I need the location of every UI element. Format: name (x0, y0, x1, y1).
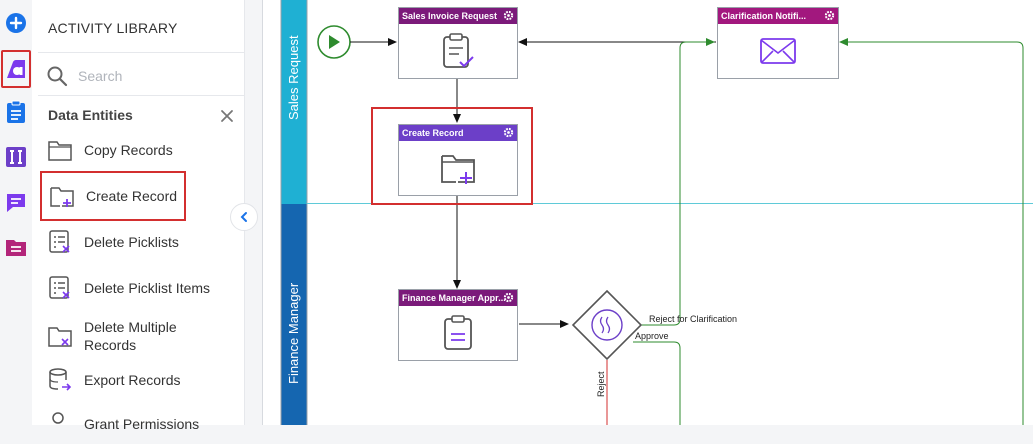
search-input[interactable] (76, 64, 230, 88)
files-button[interactable] (1, 232, 31, 262)
node-body (399, 24, 517, 78)
library-item-delete-picklist-items[interactable]: Delete Picklist Items (40, 268, 230, 308)
edge-loop-back (839, 38, 1024, 425)
clipboard-icon (7, 100, 25, 123)
library-item-label: Copy Records (84, 142, 173, 158)
library-item-label: Delete Picklist Items (84, 280, 211, 296)
library-item-delete-multiple-records[interactable]: Delete Multiple Records (40, 313, 230, 359)
library-item-label: Delete Multiple Records (84, 319, 177, 353)
plus-circle-icon (6, 13, 26, 33)
gear-icon[interactable] (824, 10, 835, 21)
tasks-button[interactable] (1, 97, 31, 127)
node-header: Finance Manager Appr... (399, 290, 517, 306)
node-create-record[interactable]: Create Record (398, 124, 518, 196)
node-title: Finance Manager Appr... (402, 293, 506, 303)
app-logo-icon (7, 60, 25, 78)
node-clarification-notification[interactable]: Clarification Notifi... (717, 7, 839, 79)
node-title: Create Record (402, 128, 464, 138)
node-header: Clarification Notifi... (718, 8, 838, 24)
edge-approve (633, 341, 681, 425)
library-item-copy-records[interactable]: Copy Records (40, 130, 230, 170)
library-title: ACTIVITY LIBRARY (48, 20, 178, 36)
activity-library-panel: ACTIVITY LIBRARY Data Entities Copy Reco… (32, 0, 245, 432)
library-item-export-records[interactable]: Export Records (40, 360, 230, 400)
library-item-label: Delete Picklists (84, 234, 179, 250)
collapse-panel-button[interactable] (230, 203, 258, 231)
clipboard-list-icon (444, 315, 472, 350)
node-title: Sales Invoice Request (402, 11, 498, 21)
decision-gateway (571, 289, 643, 361)
folder-delete-icon (48, 327, 72, 347)
edge-reject-clarification (633, 38, 715, 326)
node-body (399, 306, 517, 360)
form-icon (6, 147, 26, 167)
folder-plus-icon (50, 187, 74, 207)
folder-plus-icon (441, 155, 475, 184)
lane-label-sales-request: Sales Request (286, 35, 301, 120)
lane-label-finance-manager: Finance Manager (286, 282, 301, 384)
envelope-icon (760, 38, 796, 64)
flow-connectors (262, 0, 1033, 425)
node-body (399, 141, 517, 195)
add-button[interactable] (1, 8, 31, 38)
chat-icon (7, 194, 25, 212)
activity-library-button[interactable] (1, 50, 31, 88)
gear-icon[interactable] (503, 292, 514, 303)
user-key-icon (52, 412, 64, 424)
list-delete-icon (49, 230, 70, 253)
node-title: Clarification Notifi... (721, 11, 807, 21)
node-header: Create Record (399, 125, 517, 141)
forms-button[interactable] (1, 142, 31, 172)
messages-button[interactable] (1, 187, 31, 217)
divider (38, 52, 244, 53)
close-icon[interactable] (218, 107, 236, 125)
node-sales-invoice-request[interactable]: Sales Invoice Request (398, 7, 518, 79)
gear-icon[interactable] (503, 10, 514, 21)
gear-icon[interactable] (503, 127, 514, 138)
search-icon (47, 66, 68, 87)
database-export-icon (49, 368, 72, 391)
category-title: Data Entities (48, 107, 133, 123)
edge-label-reject-clarification: Reject for Clarification (649, 314, 738, 324)
edge-label-reject: Reject (596, 371, 606, 397)
node-header: Sales Invoice Request (399, 8, 517, 24)
library-item-delete-picklists[interactable]: Delete Picklists (40, 222, 230, 262)
clipboard-check-icon (443, 33, 474, 68)
app-rail (0, 0, 32, 425)
library-item-label: Create Record (86, 188, 178, 204)
divider (38, 95, 244, 96)
process-canvas[interactable]: Sales Request Finance Manager Sales Invo… (262, 0, 1033, 425)
library-item-label: Grant Permissions (84, 416, 200, 432)
list-delete-icon (49, 276, 70, 299)
edge-label-approve: Approve (635, 331, 669, 341)
library-item-grant-permissions[interactable]: Grant Permissions (40, 404, 230, 444)
node-body (718, 24, 838, 78)
folder-doc-icon (6, 240, 26, 256)
library-item-label: Export Records (84, 372, 181, 388)
chevron-left-icon (240, 212, 247, 222)
folder-icon (48, 141, 72, 161)
node-finance-manager-approval[interactable]: Finance Manager Appr... (398, 289, 518, 361)
library-item-create-record[interactable]: Create Record (40, 171, 186, 221)
